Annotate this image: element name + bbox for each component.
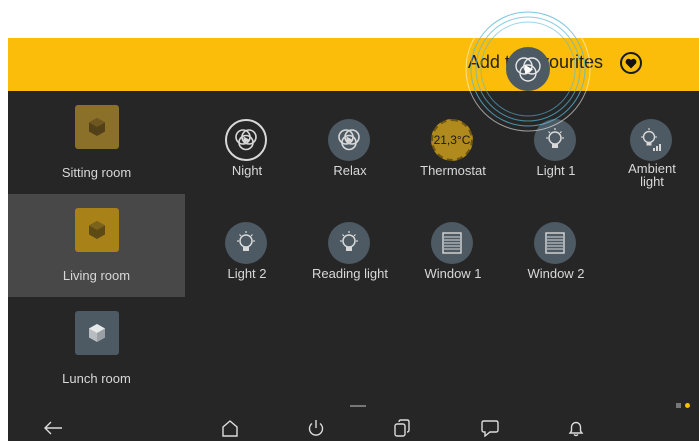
tile-label: Relax <box>333 163 367 178</box>
room-sitting-room[interactable]: Sitting room <box>8 91 185 194</box>
message-icon[interactable] <box>479 417 501 439</box>
room-living-room[interactable]: Living room <box>8 194 185 297</box>
window-blind-icon <box>431 222 473 264</box>
tile-window-1[interactable]: Window 1 <box>408 216 498 306</box>
tile-label: Window 1 <box>424 266 482 281</box>
scene-play-icon <box>225 119 267 161</box>
room-lunch-room[interactable]: Lunch room <box>8 297 185 400</box>
back-arrow-icon[interactable] <box>42 417 64 439</box>
tile-label: Ambient light <box>628 161 676 189</box>
room-cube-icon <box>75 105 119 149</box>
copy-icon[interactable] <box>391 417 413 439</box>
room-list: Sitting room Living room Lunch room <box>8 91 185 401</box>
heart-icon[interactable] <box>620 52 642 74</box>
bulb-icon <box>534 119 576 161</box>
dimmer-bulb-icon <box>630 119 672 161</box>
tile-label: Reading light <box>312 266 388 281</box>
bottom-nav <box>8 401 699 441</box>
thermostat-value: 21,3°C <box>433 133 471 147</box>
header-bar: Add to favourites <box>8 38 699 91</box>
thermostat-dial-icon: 21,3°C <box>431 119 473 161</box>
room-cube-icon <box>75 311 119 355</box>
power-icon[interactable] <box>305 417 327 439</box>
tile-label: Light 2 <box>227 266 267 281</box>
tile-label: Window 2 <box>527 266 585 281</box>
tile-reading-light[interactable]: Reading light <box>305 216 395 306</box>
main-panel: Sitting room Living room Lunch room Nigh… <box>8 91 699 441</box>
scene-play-icon <box>328 119 370 161</box>
tile-label: Night <box>231 163 263 178</box>
bell-icon[interactable] <box>565 417 587 439</box>
room-label: Sitting room <box>61 165 132 180</box>
tile-window-2[interactable]: Window 2 <box>511 216 601 306</box>
tile-light-1[interactable]: Light 1 <box>511 113 601 203</box>
tile-thermostat[interactable]: 21,3°C Thermostat <box>408 113 498 203</box>
add-to-favourites-label[interactable]: Add to favourites <box>468 52 603 73</box>
tile-night[interactable]: Night <box>202 113 292 203</box>
window-blind-icon <box>534 222 576 264</box>
room-label: Lunch room <box>62 371 131 386</box>
tile-label: Light 1 <box>536 163 576 178</box>
bulb-icon <box>328 222 370 264</box>
tile-light-2[interactable]: Light 2 <box>202 216 292 306</box>
home-icon[interactable] <box>219 417 241 439</box>
bulb-icon <box>225 222 267 264</box>
room-cube-icon <box>75 208 119 252</box>
tile-label: Thermostat <box>420 163 486 178</box>
tile-relax[interactable]: Relax <box>305 113 395 203</box>
tile-ambient-light[interactable]: Ambient light <box>607 113 697 203</box>
app: Add to favourites Sitting room Living ro… <box>8 0 699 441</box>
room-label: Living room <box>62 268 131 283</box>
